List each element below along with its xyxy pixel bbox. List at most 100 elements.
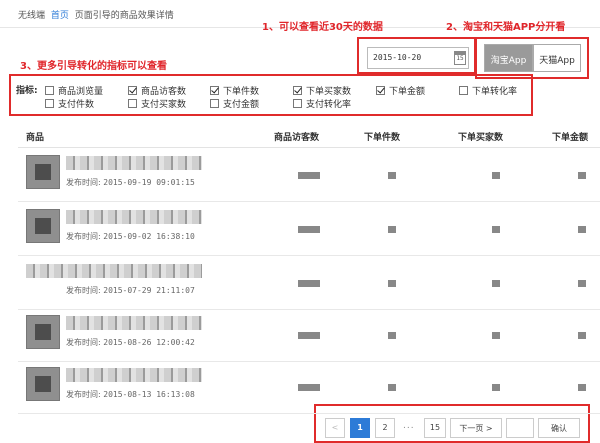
- publish-time: 发布时间: 2015-08-26 12:00:42: [66, 337, 195, 348]
- date-picker-input[interactable]: 2015-10-20 15: [367, 47, 469, 69]
- product-thumbnail[interactable]: [26, 155, 60, 189]
- metric-label: 支付件数: [58, 100, 95, 110]
- redacted-value: [578, 172, 586, 179]
- product-title-redacted[interactable]: [66, 368, 202, 382]
- publish-time: 发布时间: 2015-09-19 09:01:15: [66, 177, 195, 188]
- metric-checkbox-item[interactable]: 支付转化率: [293, 97, 352, 110]
- publish-time-value: 2015-07-29 21:11:07: [103, 286, 195, 295]
- redacted-value: [578, 384, 586, 391]
- metric-checkbox-item[interactable]: 下单件数: [210, 84, 260, 97]
- table-row[interactable]: 发布时间: 2015-08-26 12:00:42: [18, 310, 600, 362]
- checkbox-unchecked-icon[interactable]: [45, 86, 54, 95]
- product-thumbnail[interactable]: [26, 209, 60, 243]
- checkbox-checked-icon[interactable]: [128, 86, 137, 95]
- col-order-amount[interactable]: 下单金额: [552, 130, 588, 143]
- table-row[interactable]: 发布时间: 2015-09-02 16:38:10: [18, 204, 600, 256]
- metric-checkbox-item[interactable]: 下单金额: [376, 84, 426, 97]
- metric-label: 商品浏览量: [58, 87, 104, 97]
- product-thumbnail[interactable]: [26, 315, 60, 349]
- metric-label: 商品访客数: [141, 87, 187, 97]
- redacted-value: [298, 332, 320, 339]
- table-row[interactable]: 发布时间: 2015-09-19 09:01:15: [18, 150, 600, 202]
- tmall-app-tab[interactable]: 天猫App: [533, 44, 581, 72]
- product-title-redacted[interactable]: [66, 316, 202, 330]
- product-title-redacted[interactable]: [26, 264, 202, 278]
- breadcrumb-home-link[interactable]: 首页: [51, 11, 69, 21]
- annotation-30-days: 1、可以查看近30天的数据: [262, 22, 383, 33]
- metric-checkbox-item[interactable]: 下单转化率: [459, 84, 518, 97]
- metric-label: 下单金额: [389, 87, 426, 97]
- redacted-value: [388, 280, 396, 287]
- redacted-value: [578, 226, 586, 233]
- col-product: 商品: [26, 133, 45, 143]
- redacted-value: [492, 226, 500, 233]
- redacted-value: [298, 172, 320, 179]
- redacted-value: [388, 172, 396, 179]
- checkbox-checked-icon[interactable]: [210, 86, 219, 95]
- publish-time-label: 发布时间:: [66, 390, 101, 399]
- redacted-value: [388, 384, 396, 391]
- pager-prev-button[interactable]: <: [325, 418, 345, 438]
- pager-next-button[interactable]: 下一页 >: [450, 418, 502, 438]
- redacted-value: [298, 280, 320, 287]
- col-order-items[interactable]: 下单件数: [364, 130, 400, 143]
- metric-label: 下单买家数: [306, 87, 352, 97]
- redacted-value: [492, 280, 500, 287]
- calendar-icon[interactable]: 15: [454, 51, 466, 65]
- metric-label: 支付金额: [223, 100, 260, 110]
- checkbox-unchecked-icon[interactable]: [459, 86, 468, 95]
- redacted-value: [492, 384, 500, 391]
- table-header: 商品 商品访客数 下单件数 下单买家数 下单金额: [18, 122, 600, 148]
- publish-time-value: 2015-09-02 16:38:10: [103, 232, 195, 241]
- redacted-value: [298, 226, 320, 233]
- checkbox-unchecked-icon[interactable]: [128, 99, 137, 108]
- pager-page-15[interactable]: 15: [424, 418, 446, 438]
- redacted-value: [388, 226, 396, 233]
- pager-page-1[interactable]: 1: [350, 418, 370, 438]
- metric-checkbox-item[interactable]: 支付件数: [45, 97, 95, 110]
- redacted-value: [492, 332, 500, 339]
- checkbox-unchecked-icon[interactable]: [210, 99, 219, 108]
- annotation-app-split: 2、淘宝和天猫APP分开看: [446, 22, 566, 33]
- publish-time-label: 发布时间:: [66, 178, 101, 187]
- publish-time-label: 发布时间:: [66, 286, 101, 295]
- table-row[interactable]: 发布时间: 2015-07-29 21:11:07: [18, 258, 600, 310]
- publish-time-value: 2015-08-26 12:00:42: [103, 338, 195, 347]
- redacted-value: [298, 384, 320, 391]
- product-thumbnail[interactable]: [26, 367, 60, 401]
- metric-checkbox-item[interactable]: 商品浏览量: [45, 84, 104, 97]
- redacted-value: [388, 332, 396, 339]
- redacted-value: [578, 332, 586, 339]
- checkbox-unchecked-icon[interactable]: [45, 99, 54, 108]
- publish-time-label: 发布时间:: [66, 232, 101, 241]
- metric-label: 支付转化率: [306, 100, 352, 110]
- metric-label: 支付买家数: [141, 100, 187, 110]
- publish-time: 发布时间: 2015-09-02 16:38:10: [66, 231, 195, 242]
- metric-checkbox-item[interactable]: 商品访客数: [128, 84, 187, 97]
- checkbox-unchecked-icon[interactable]: [293, 99, 302, 108]
- metric-checkbox-item[interactable]: 支付金额: [210, 97, 260, 110]
- metric-label: 下单件数: [223, 87, 260, 97]
- checkbox-checked-icon[interactable]: [293, 86, 302, 95]
- metrics-label: 指标:: [16, 86, 38, 96]
- col-order-buyers[interactable]: 下单买家数: [458, 130, 503, 143]
- pager-page-2[interactable]: 2: [375, 418, 395, 438]
- col-visitors[interactable]: 商品访客数: [274, 130, 319, 143]
- checkbox-checked-icon[interactable]: [376, 86, 385, 95]
- date-value: 2015-10-20: [373, 53, 422, 62]
- pager-jump-input[interactable]: [506, 418, 534, 438]
- publish-time: 发布时间: 2015-07-29 21:11:07: [66, 285, 195, 296]
- breadcrumb-root: 无线端: [18, 11, 46, 21]
- table-row[interactable]: 发布时间: 2015-08-13 16:13:08: [18, 362, 600, 414]
- metric-checkbox-item[interactable]: 下单买家数: [293, 84, 352, 97]
- metric-checkbox-item[interactable]: 支付买家数: [128, 97, 187, 110]
- annotation-more-metrics: 3、更多引导转化的指标可以查看: [20, 61, 167, 72]
- product-title-redacted[interactable]: [66, 156, 202, 170]
- product-title-redacted[interactable]: [66, 210, 202, 224]
- publish-time-label: 发布时间:: [66, 338, 101, 347]
- publish-time: 发布时间: 2015-08-13 16:13:08: [66, 389, 195, 400]
- taobao-app-tab[interactable]: 淘宝App: [484, 44, 533, 72]
- pager-confirm-button[interactable]: 确认: [538, 418, 580, 438]
- publish-time-value: 2015-09-19 09:01:15: [103, 178, 195, 187]
- metric-label: 下单转化率: [472, 87, 518, 97]
